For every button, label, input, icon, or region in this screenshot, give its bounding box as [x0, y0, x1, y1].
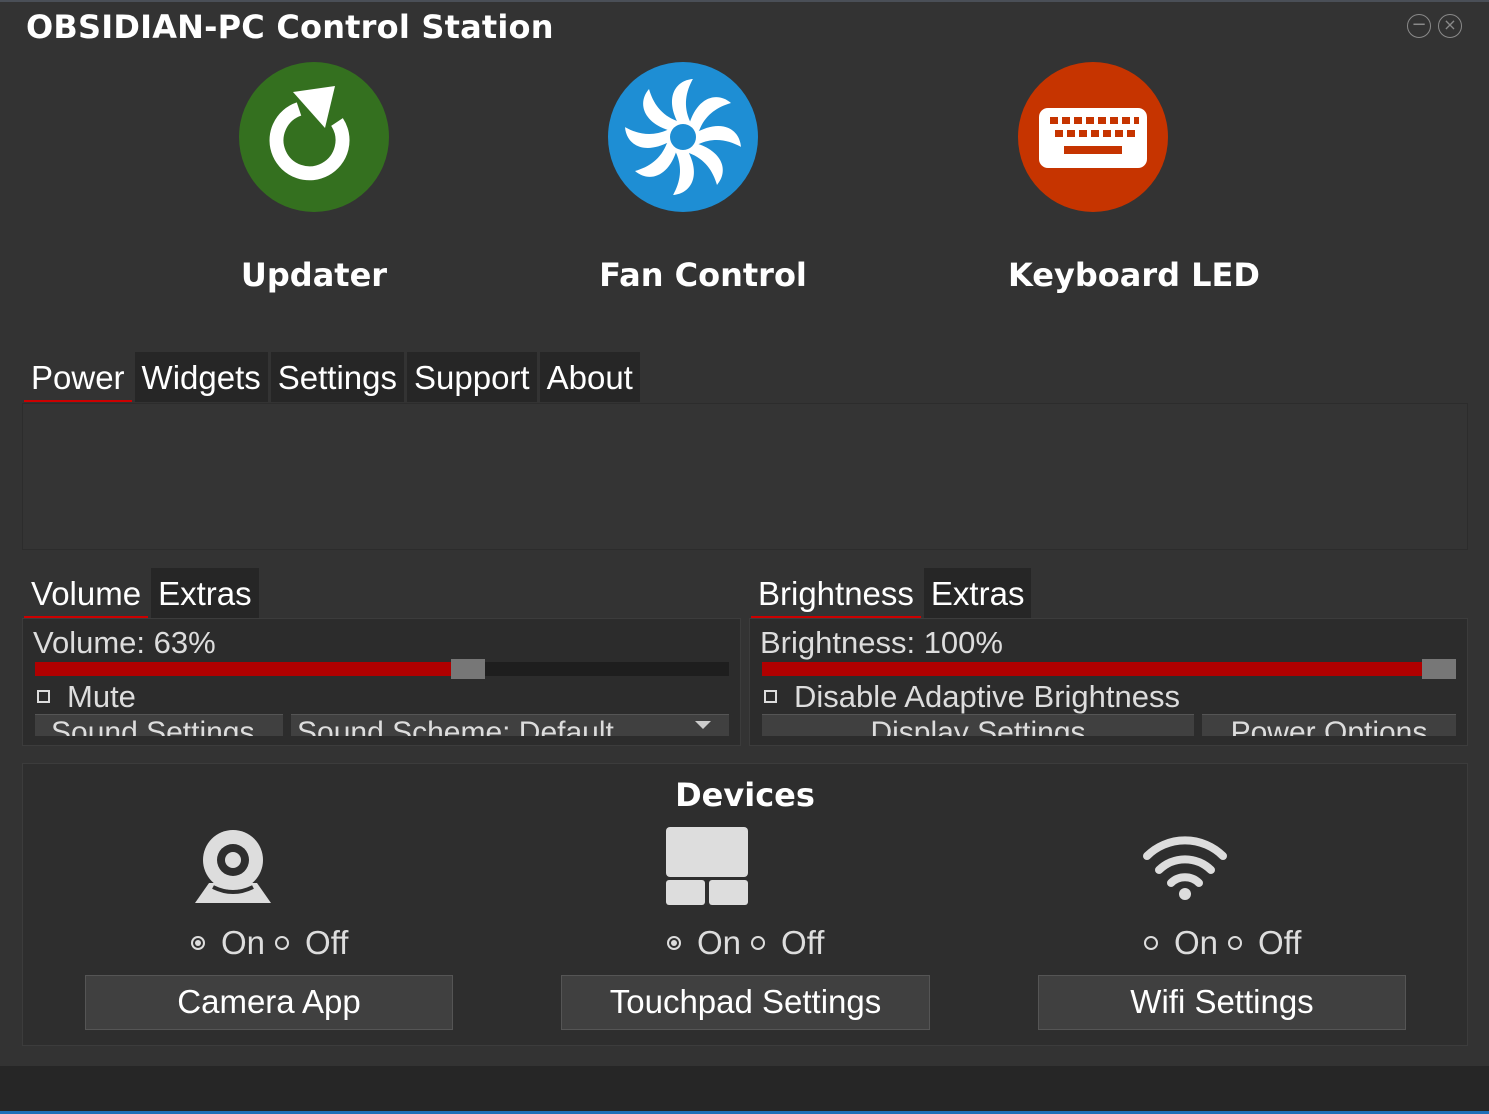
- brightness-slider[interactable]: [762, 659, 1456, 679]
- volume-slider[interactable]: [35, 659, 729, 679]
- minimize-icon[interactable]: −: [1407, 14, 1431, 38]
- refresh-icon: [269, 86, 350, 181]
- tab-brightness[interactable]: Brightness: [751, 568, 921, 618]
- sound-settings-label: Sound Settings: [51, 716, 255, 736]
- camera-on-radio[interactable]: [191, 936, 205, 950]
- devices-title: Devices: [675, 776, 815, 814]
- brightness-panel: Brightness: 100% Disable Adaptive Bright…: [749, 618, 1468, 746]
- sound-scheme-label: Sound Scheme: Default: [297, 716, 614, 736]
- sound-settings-button[interactable]: Sound Settings: [35, 714, 283, 736]
- tab-brightness-extras[interactable]: Extras: [923, 568, 1032, 618]
- wifi-settings-button[interactable]: Wifi Settings: [1038, 975, 1406, 1030]
- camera-toggle: On Off: [191, 924, 358, 962]
- touchpad-on-radio[interactable]: [667, 936, 681, 950]
- tab-volume-extras[interactable]: Extras: [151, 568, 259, 618]
- tab-widgets[interactable]: Widgets: [134, 352, 268, 402]
- adaptive-brightness-label: Disable Adaptive Brightness: [794, 679, 1181, 714]
- touchpad-off-radio[interactable]: [751, 936, 766, 950]
- touchpad-on-label: On: [697, 924, 742, 961]
- chevron-down-icon: [695, 721, 711, 729]
- wifi-on-label: On: [1174, 924, 1219, 961]
- webcam-icon: [195, 830, 271, 903]
- mute-checkbox[interactable]: [37, 690, 50, 703]
- power-options-button[interactable]: Power Options: [1202, 714, 1456, 736]
- volume-slider-fill: [35, 662, 468, 676]
- close-icon[interactable]: ×: [1438, 14, 1462, 38]
- camera-app-button[interactable]: Camera App: [85, 975, 453, 1030]
- wifi-toggle: On Off: [1144, 924, 1311, 962]
- adaptive-brightness-checkbox[interactable]: [764, 690, 777, 703]
- brightness-slider-fill: [762, 662, 1439, 676]
- brightness-tabbar: Brightness Extras: [751, 568, 1032, 618]
- tab-volume[interactable]: Volume: [24, 568, 149, 618]
- sound-scheme-dropdown[interactable]: Sound Scheme: Default: [291, 714, 729, 736]
- wifi-off-label: Off: [1258, 924, 1302, 961]
- taskbar-strip: [0, 1066, 1489, 1114]
- display-settings-button[interactable]: Display Settings: [762, 714, 1194, 736]
- camera-off-label: Off: [305, 924, 349, 961]
- keyboard-led-button[interactable]: [1018, 62, 1168, 212]
- control-station-window: OBSIDIAN-PC Control Station − × Updater: [0, 0, 1489, 1066]
- camera-on-label: On: [221, 924, 266, 961]
- keyboard-icon: [1039, 108, 1147, 168]
- power-tab-content: [22, 403, 1468, 550]
- fan-icon: [625, 79, 741, 195]
- volume-label: Volume: 63%: [33, 625, 216, 660]
- mute-label: Mute: [67, 679, 136, 714]
- volume-tabbar: Volume Extras: [24, 568, 259, 618]
- volume-slider-handle[interactable]: [451, 659, 485, 679]
- keyboard-led-label: Keyboard LED: [1008, 256, 1260, 294]
- display-settings-label: Display Settings: [870, 716, 1086, 736]
- fan-control-button[interactable]: [608, 62, 758, 212]
- window-title: OBSIDIAN-PC Control Station: [26, 8, 554, 46]
- volume-panel: Volume: 63% Mute Sound Settings Sound Sc…: [22, 618, 741, 746]
- power-options-label: Power Options: [1230, 716, 1428, 736]
- updater-button[interactable]: [239, 62, 389, 212]
- tab-settings[interactable]: Settings: [270, 352, 405, 402]
- tab-power[interactable]: Power: [24, 352, 132, 402]
- tab-about[interactable]: About: [539, 352, 640, 402]
- brightness-slider-handle[interactable]: [1422, 659, 1456, 679]
- touchpad-off-label: Off: [781, 924, 825, 961]
- touchpad-toggle: On Off: [667, 924, 834, 962]
- main-tabbar: Power Widgets Settings Support About: [24, 352, 640, 402]
- devices-panel: Devices On Off Camera App On Off Touchpa…: [22, 763, 1468, 1046]
- fan-control-label: Fan Control: [599, 256, 807, 294]
- camera-off-radio[interactable]: [275, 936, 290, 950]
- updater-label: Updater: [240, 256, 388, 294]
- wifi-on-radio[interactable]: [1144, 936, 1158, 950]
- touchpad-icon: [666, 827, 748, 905]
- brightness-label: Brightness: 100%: [760, 625, 1003, 660]
- touchpad-settings-button[interactable]: Touchpad Settings: [561, 975, 930, 1030]
- tab-support[interactable]: Support: [407, 352, 537, 402]
- wifi-icon: [1143, 836, 1227, 900]
- wifi-off-radio[interactable]: [1228, 936, 1243, 950]
